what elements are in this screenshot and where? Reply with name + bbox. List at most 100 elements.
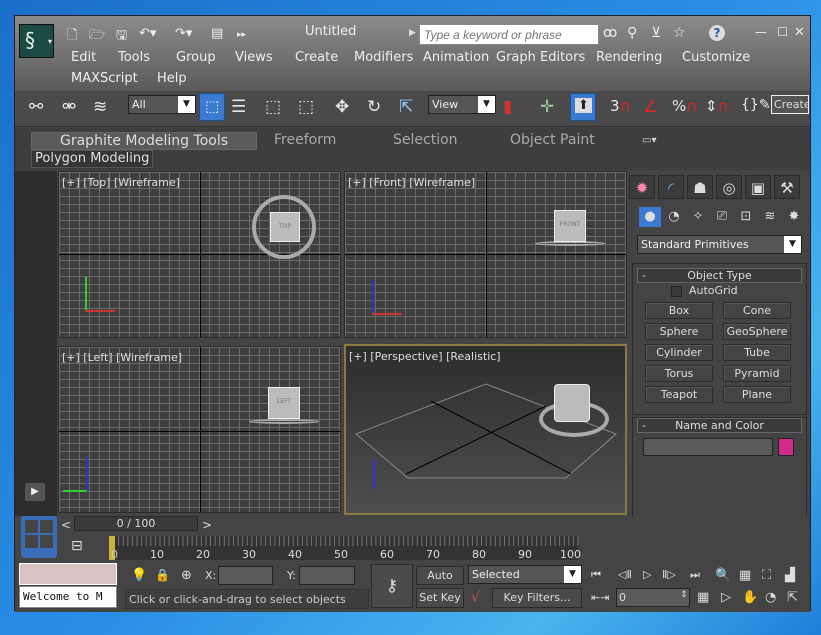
pivot-center-icon[interactable]: ▮ bbox=[503, 97, 512, 117]
window-crossing-icon[interactable]: ⬚ bbox=[298, 97, 314, 117]
ribbon-panel-polygon-modeling[interactable]: Polygon Modeling bbox=[31, 150, 154, 168]
menu-views[interactable]: Views bbox=[235, 50, 273, 65]
star-icon[interactable]: ☆ bbox=[673, 25, 686, 41]
rotate-icon[interactable]: ↻ bbox=[367, 97, 381, 117]
ribbon-tab-freeform[interactable]: Freeform bbox=[274, 132, 336, 148]
angle-snap-icon[interactable]: ∠ bbox=[643, 97, 658, 117]
menu-modifiers[interactable]: Modifiers bbox=[354, 50, 413, 65]
x-coordinate-input[interactable] bbox=[218, 566, 273, 585]
menu-graph-editors[interactable]: Graph Editors bbox=[496, 50, 585, 65]
cameras-icon[interactable]: ⎚ bbox=[711, 207, 733, 227]
viewport-label[interactable]: [+] [Front] [Wireframe] bbox=[348, 176, 475, 189]
goto-end-icon[interactable]: ⏭ bbox=[690, 568, 700, 582]
tube-button[interactable]: Tube bbox=[723, 344, 791, 361]
orbit-icon[interactable]: ◔ bbox=[765, 590, 776, 605]
key-mode-toggle-icon[interactable]: ⇤⇥ bbox=[591, 591, 609, 604]
binoculars-icon[interactable]: ꝏ bbox=[603, 25, 617, 41]
link-icon[interactable]: ⚯ bbox=[29, 97, 43, 117]
open-folder-icon[interactable]: 🗁 bbox=[89, 26, 105, 48]
zoom-extents-icon[interactable]: ⛶ bbox=[762, 568, 771, 583]
expand-arrow-icon[interactable]: ▶ bbox=[409, 28, 416, 38]
viewcube[interactable]: TOP bbox=[270, 212, 300, 242]
sphere-button[interactable]: Sphere bbox=[645, 323, 713, 340]
display-tab-icon[interactable]: ▣ bbox=[745, 175, 771, 199]
viewcube[interactable] bbox=[554, 384, 590, 422]
edit-named-selection-icon[interactable]: {}✎ bbox=[741, 97, 771, 113]
set-key-button[interactable]: Set Key bbox=[416, 588, 464, 608]
zoom-all-icon[interactable]: ▦ bbox=[739, 568, 751, 583]
menu-customize[interactable]: Customize bbox=[682, 50, 750, 65]
snap-toggle-icon[interactable]: 3∩ bbox=[610, 97, 631, 115]
current-frame-input[interactable]: 0 bbox=[616, 588, 690, 607]
lights-icon[interactable]: ✧ bbox=[687, 207, 709, 227]
isolate-icon[interactable]: 💡 bbox=[131, 568, 147, 583]
object-color-swatch[interactable] bbox=[778, 438, 794, 456]
maxscript-listener-input[interactable]: Welcome to M bbox=[19, 586, 117, 608]
ribbon-options-icon[interactable]: ▭▾ bbox=[642, 135, 656, 146]
help-icon[interactable]: ? bbox=[709, 25, 725, 41]
utilities-tab-icon[interactable]: ⚒ bbox=[774, 175, 800, 199]
viewport-layout-button[interactable] bbox=[21, 516, 57, 558]
motion-tab-icon[interactable]: ◎ bbox=[716, 175, 742, 199]
rectangular-region-icon[interactable]: ⬚ bbox=[265, 97, 281, 117]
cone-button[interactable]: Cone bbox=[723, 302, 791, 319]
zoom-icon[interactable]: 🔍 bbox=[715, 568, 731, 583]
viewport-left[interactable]: [+] [Left] [Wireframe] LEFT bbox=[58, 346, 341, 513]
percent-snap-icon[interactable]: %∩ bbox=[672, 97, 697, 115]
search-input[interactable] bbox=[419, 24, 599, 45]
hierarchy-tab-icon[interactable]: ☗ bbox=[687, 175, 713, 199]
autogrid-checkbox[interactable] bbox=[671, 286, 682, 297]
selection-filter-dropdown[interactable]: All ▼ bbox=[128, 95, 196, 114]
time-slider-prev[interactable]: < bbox=[61, 518, 71, 532]
satellite-icon[interactable]: ⊻ bbox=[651, 25, 661, 41]
play-animation-icon[interactable]: ▷ bbox=[643, 568, 651, 581]
ribbon-tab-graphite-modeling-tools[interactable]: Graphite Modeling Tools bbox=[31, 132, 258, 150]
time-slider[interactable]: 0 / 100 bbox=[74, 516, 198, 531]
viewport-label[interactable]: [+] [Top] [Wireframe] bbox=[62, 176, 180, 189]
viewport-front[interactable]: [+] [Front] [Wireframe] FRONT bbox=[344, 171, 627, 338]
bind-space-warp-icon[interactable]: ≋ bbox=[93, 97, 107, 117]
menu-create[interactable]: Create bbox=[295, 50, 338, 65]
select-object-button[interactable]: ⬚ bbox=[199, 93, 225, 121]
viewport-top[interactable]: [+] [Top] [Wireframe] TOP bbox=[58, 171, 341, 338]
play-icon[interactable]: ▶ bbox=[25, 483, 45, 501]
menu-maxscript[interactable]: MAXScript bbox=[71, 71, 138, 86]
zoom-extents-all-icon[interactable]: ▟ bbox=[785, 568, 795, 583]
ribbon-tab-selection[interactable]: Selection bbox=[393, 132, 458, 148]
frame-spinner[interactable]: ⇕ bbox=[680, 590, 688, 600]
plane-button[interactable]: Plane bbox=[723, 386, 791, 403]
geometry-icon[interactable]: ● bbox=[639, 207, 661, 227]
save-icon[interactable]: 🖫 bbox=[116, 26, 127, 48]
undo-icon[interactable]: ↶▾ bbox=[139, 26, 156, 41]
menu-rendering[interactable]: Rendering bbox=[596, 50, 662, 65]
object-name-input[interactable] bbox=[643, 438, 773, 456]
minimize-button[interactable]: — bbox=[755, 25, 767, 39]
new-file-icon[interactable]: 🗋 bbox=[67, 26, 77, 48]
key-mode-dropdown[interactable]: Selected ▼ bbox=[468, 565, 582, 584]
cylinder-button[interactable]: Cylinder bbox=[645, 344, 713, 361]
redo-icon[interactable]: ↷▾ bbox=[175, 26, 192, 41]
key-filters-button[interactable]: Key Filters... bbox=[492, 588, 582, 608]
select-by-name-icon[interactable]: ☰ bbox=[231, 97, 246, 117]
absolute-mode-icon[interactable]: ⊕ bbox=[181, 568, 192, 583]
maximize-button[interactable]: ☐ bbox=[777, 25, 788, 39]
modify-tab-icon[interactable]: ◜ bbox=[658, 175, 684, 199]
helpers-icon[interactable]: ⊡ bbox=[735, 207, 757, 227]
geosphere-button[interactable]: GeoSphere bbox=[723, 323, 791, 340]
name-color-header[interactable]: - Name and Color bbox=[637, 418, 802, 433]
named-selection-set-input[interactable]: Create bbox=[771, 95, 809, 114]
box-button[interactable]: Box bbox=[645, 302, 713, 319]
ref-coord-dropdown[interactable]: View ▼ bbox=[428, 95, 496, 114]
field-of-view-icon[interactable]: ▷ bbox=[721, 590, 731, 605]
space-warps-icon[interactable]: ≋ bbox=[759, 207, 781, 227]
app-menu-button[interactable]: § ▾ bbox=[19, 24, 54, 58]
time-slider-next[interactable]: > bbox=[202, 518, 212, 532]
auto-key-button[interactable]: Auto Key bbox=[416, 566, 464, 599]
shapes-icon[interactable]: ◔ bbox=[663, 207, 685, 227]
teapot-button[interactable]: Teapot bbox=[645, 386, 713, 403]
viewport-label[interactable]: [+] [Left] [Wireframe] bbox=[62, 351, 182, 364]
menu-group[interactable]: Group bbox=[176, 50, 216, 65]
object-type-header[interactable]: - Object Type bbox=[637, 268, 802, 283]
maximize-viewport-icon[interactable]: ⇱ bbox=[787, 590, 798, 605]
next-frame-icon[interactable]: Ⅱ▷ bbox=[662, 568, 676, 581]
